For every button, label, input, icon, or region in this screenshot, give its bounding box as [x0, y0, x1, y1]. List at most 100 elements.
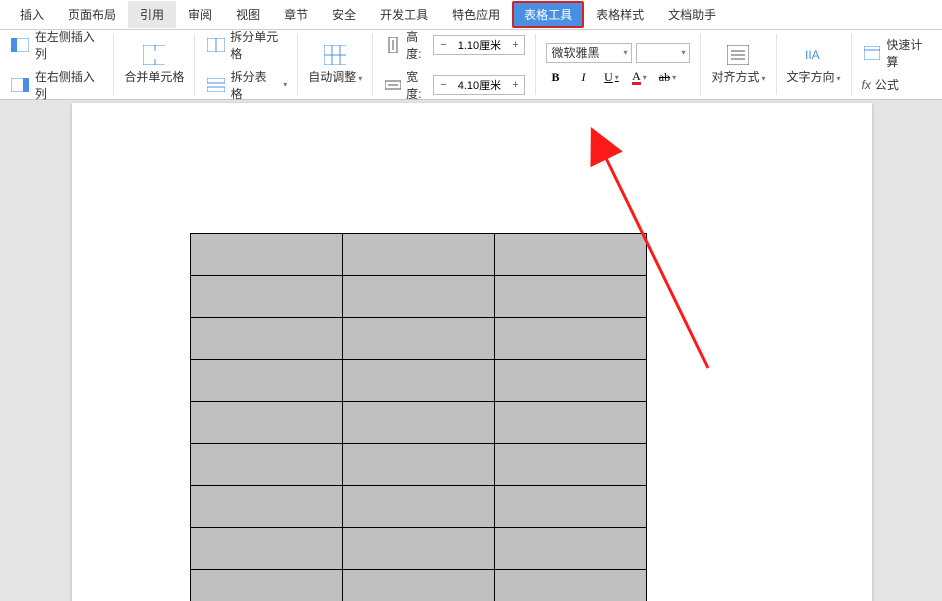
table-cell[interactable]: [191, 486, 343, 528]
font-name-select[interactable]: 微软雅黑 ▾: [546, 43, 632, 63]
table-cell[interactable]: [191, 402, 343, 444]
tab-review[interactable]: 审阅: [176, 1, 224, 28]
width-spinner[interactable]: − 4.10厘米 +: [433, 75, 525, 95]
group-font: 微软雅黑 ▾ ▾ B I U▾ A▾ ab▾: [536, 34, 701, 95]
auto-adjust-label: 自动调整: [308, 70, 356, 84]
table-cell[interactable]: [495, 570, 647, 601]
table-cell[interactable]: [343, 570, 495, 601]
height-spinner[interactable]: − 1.10厘米 +: [433, 35, 525, 55]
align-label: 对齐方式: [711, 70, 759, 84]
font-name-value: 微软雅黑: [551, 44, 599, 61]
table-row[interactable]: [191, 444, 647, 486]
tab-chapter[interactable]: 章节: [272, 1, 320, 28]
table-row[interactable]: [191, 402, 647, 444]
tab-security[interactable]: 安全: [320, 1, 368, 28]
split-table-label: 拆分表格: [231, 68, 278, 102]
table-cell[interactable]: [495, 402, 647, 444]
tab-doc-assistant[interactable]: 文档助手: [656, 1, 728, 28]
split-table-button[interactable]: 拆分表格 ▾: [205, 68, 287, 102]
tab-special-app[interactable]: 特色应用: [440, 1, 512, 28]
chevron-down-icon: ▾: [283, 80, 287, 89]
auto-adjust-icon: [324, 44, 346, 66]
tab-view[interactable]: 视图: [224, 1, 272, 28]
table-cell[interactable]: [191, 318, 343, 360]
width-label: 宽度:: [406, 68, 429, 102]
table-cell[interactable]: [343, 276, 495, 318]
tab-insert[interactable]: 插入: [8, 1, 56, 28]
table-cell[interactable]: [343, 234, 495, 276]
table-row[interactable]: [191, 528, 647, 570]
table-cell[interactable]: [343, 528, 495, 570]
height-label: 高度:: [406, 28, 429, 62]
font-color-button[interactable]: A▾: [630, 69, 648, 87]
table-cell[interactable]: [495, 444, 647, 486]
table-row[interactable]: [191, 276, 647, 318]
chevron-down-icon: ▾: [623, 48, 627, 57]
tab-dev-tools[interactable]: 开发工具: [368, 1, 440, 28]
split-cells-label: 拆分单元格: [230, 28, 287, 62]
table-cell[interactable]: [191, 528, 343, 570]
insert-right-label: 在右侧插入列: [35, 68, 103, 102]
insert-right-button[interactable]: 在右侧插入列: [10, 68, 103, 102]
italic-button[interactable]: I: [574, 69, 592, 87]
table-cell[interactable]: [191, 360, 343, 402]
table-cell[interactable]: [343, 444, 495, 486]
document-table[interactable]: [190, 233, 647, 601]
group-formula: 快速计算 fx 公式: [852, 34, 942, 95]
merge-cells-button[interactable]: 合并单元格: [114, 34, 195, 95]
quick-calc-label: 快速计算: [886, 36, 932, 70]
chevron-down-icon: ▾: [672, 73, 676, 82]
text-direction-button[interactable]: IIA 文字方向▾: [777, 34, 852, 95]
quick-calc-button[interactable]: 快速计算: [862, 36, 932, 70]
tab-reference[interactable]: 引用: [128, 1, 176, 28]
table-cell[interactable]: [343, 360, 495, 402]
auto-adjust-button[interactable]: 自动调整▾: [298, 34, 373, 95]
table-cell[interactable]: [343, 318, 495, 360]
height-decrease[interactable]: −: [434, 39, 452, 51]
align-button[interactable]: 对齐方式▾: [701, 34, 776, 95]
table-row[interactable]: [191, 234, 647, 276]
chevron-down-icon: ▾: [681, 48, 685, 57]
height-icon: [383, 34, 402, 56]
table-row[interactable]: [191, 570, 647, 601]
height-increase[interactable]: +: [506, 39, 524, 51]
chevron-down-icon: ▾: [761, 74, 765, 83]
table-cell[interactable]: [343, 402, 495, 444]
table-row[interactable]: [191, 360, 647, 402]
table-cell[interactable]: [495, 234, 647, 276]
width-decrease[interactable]: −: [434, 79, 452, 91]
svg-text:IIA: IIA: [805, 48, 820, 62]
highlight-button[interactable]: ab▾: [658, 69, 676, 87]
width-increase[interactable]: +: [506, 79, 524, 91]
table-cell[interactable]: [191, 276, 343, 318]
table-cell[interactable]: [191, 444, 343, 486]
table-cell[interactable]: [191, 234, 343, 276]
table-cell[interactable]: [495, 486, 647, 528]
split-table-icon: [205, 74, 226, 96]
split-cells-icon: [205, 34, 226, 56]
tab-table-tools[interactable]: 表格工具: [512, 1, 584, 28]
table-row[interactable]: [191, 318, 647, 360]
font-size-select[interactable]: ▾: [636, 43, 690, 63]
table-cell[interactable]: [495, 528, 647, 570]
split-cells-button[interactable]: 拆分单元格: [205, 28, 287, 62]
width-value[interactable]: 4.10厘米: [452, 77, 506, 93]
underline-button[interactable]: U▾: [602, 69, 620, 87]
chevron-down-icon: ▾: [643, 73, 647, 82]
table-cell[interactable]: [495, 318, 647, 360]
document-canvas[interactable]: [0, 100, 942, 601]
fx-icon: fx: [862, 78, 871, 92]
height-value[interactable]: 1.10厘米: [452, 37, 506, 53]
table-cell[interactable]: [495, 360, 647, 402]
insert-left-button[interactable]: 在左侧插入列: [10, 28, 103, 62]
tab-page-layout[interactable]: 页面布局: [56, 1, 128, 28]
table-cell[interactable]: [495, 276, 647, 318]
bold-button[interactable]: B: [546, 69, 564, 87]
formula-button[interactable]: fx 公式: [862, 76, 932, 93]
table-row[interactable]: [191, 486, 647, 528]
ribbon: 在左侧插入列 在右侧插入列 合并单元格 拆分单元格 拆分表格 ▾: [0, 30, 942, 100]
tab-table-style[interactable]: 表格样式: [584, 1, 656, 28]
insert-left-label: 在左侧插入列: [35, 28, 103, 62]
table-cell[interactable]: [191, 570, 343, 601]
table-cell[interactable]: [343, 486, 495, 528]
